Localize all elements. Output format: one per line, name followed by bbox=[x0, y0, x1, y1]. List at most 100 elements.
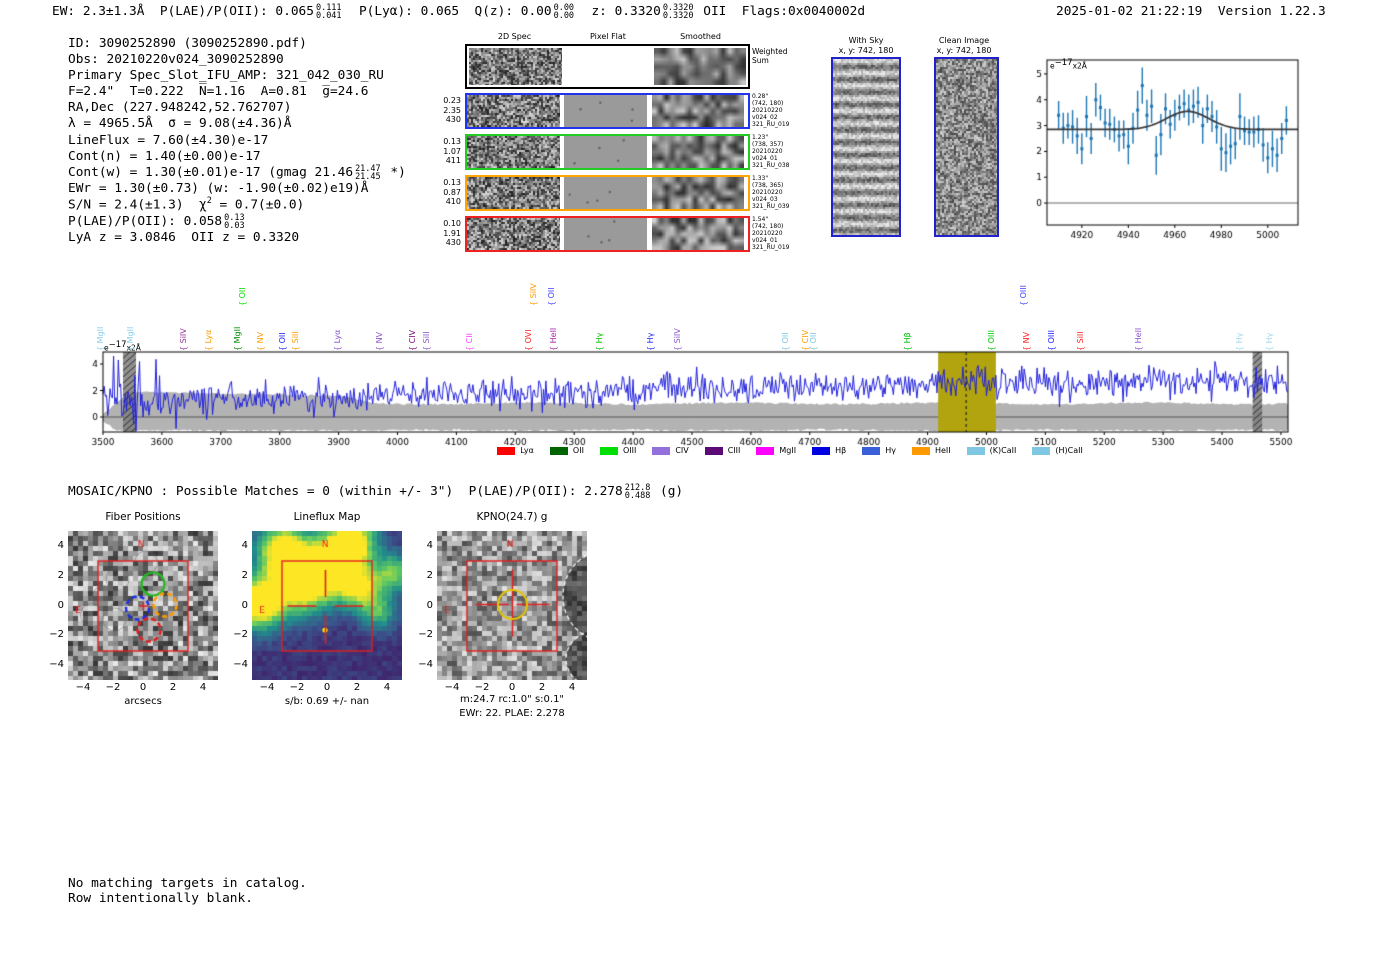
stack-lo: 0.488 bbox=[624, 491, 651, 502]
x-tick-label: 2 bbox=[169, 682, 177, 693]
emission-line-label: { SiIV bbox=[673, 328, 683, 351]
legend-color-patch bbox=[812, 446, 831, 455]
legend-label: CIV bbox=[675, 446, 689, 455]
text-segment: λ = 4965.5Å σ = 9.08(±4.36)Å bbox=[68, 116, 292, 132]
lineflux-xaxis-label: s/b: 0.69 +/- nan bbox=[284, 696, 370, 707]
emission-line-label: { OII bbox=[547, 287, 557, 306]
emission-line-label: { SiIV bbox=[179, 328, 189, 351]
row-2d-spec-image bbox=[467, 95, 560, 127]
info-line: EWr = 1.30(±0.73) (w: -1.90(±0.02)e19)Å bbox=[68, 181, 406, 197]
emission-line-label: { CIV bbox=[408, 329, 418, 351]
emission-line-label: { OVI bbox=[524, 329, 534, 351]
row-weight-labels: 0.13 1.07 411 bbox=[437, 137, 461, 166]
legend-item: Hβ bbox=[812, 446, 846, 455]
emission-line-label: { OII bbox=[808, 332, 818, 351]
emission-line-label: { HeII bbox=[1134, 327, 1143, 351]
line-fit-plot bbox=[1025, 52, 1305, 242]
hi-lo-stack: 212.8 0.488 bbox=[624, 484, 651, 502]
hi-lo-stack: 0.3320 0.3320 bbox=[663, 4, 694, 21]
fiber-positions-title: Fiber Positions bbox=[105, 511, 181, 523]
weighted-smoothed-image bbox=[654, 48, 746, 85]
row-fiber-labels: 1.33" (738, 365) 20210220 v024_03 321_RU_039 bbox=[752, 175, 790, 211]
y-tick-label: 0 bbox=[57, 599, 64, 611]
emission-line-label: { NV bbox=[375, 331, 385, 351]
detection-info-block: ID: 3090252890 (3090252890.pdf) Obs: 2021… bbox=[68, 36, 406, 246]
summary-header: EW: 2.3±1.3Å P(LAE)/P(OII): 0.065 0.111 0.… bbox=[52, 4, 865, 22]
text-segment: ID: 3090252890 (3090252890.pdf) bbox=[68, 36, 307, 51]
legend-color-patch bbox=[911, 446, 930, 455]
emission-line-label: { Lyα bbox=[204, 329, 213, 351]
y-tick-label: 2 bbox=[241, 569, 248, 581]
spec2d-row bbox=[465, 134, 750, 170]
x-tick-label: −4 bbox=[444, 682, 460, 693]
legend-color-patch bbox=[966, 446, 985, 455]
emission-line-label: { Hγ bbox=[1264, 332, 1274, 351]
emission-line-label: { OII bbox=[278, 332, 288, 351]
weight-value: 430 bbox=[445, 238, 461, 247]
legend-label: (H)CaII bbox=[1055, 446, 1083, 455]
x-tick-label: 4 bbox=[199, 682, 207, 693]
superscript: −17 bbox=[108, 340, 127, 350]
fiber-xaxis-label: arcsecs bbox=[124, 696, 162, 707]
stack-lo: 21.45 bbox=[355, 171, 381, 182]
emission-line-label: { CII bbox=[464, 333, 474, 351]
emission-line-label: { SiII bbox=[1076, 331, 1086, 351]
clean-image-coords: x, y: 742, 180 bbox=[936, 46, 992, 55]
weighted-sum-row bbox=[465, 44, 750, 89]
emission-line-label: { OIII bbox=[1047, 329, 1057, 351]
text-segment: P(LAE)/P(OII): 0.058 bbox=[68, 213, 223, 229]
text-segment: RA,Dec (227.948242,52.762707) bbox=[68, 100, 292, 116]
stack-lo: 0.041 bbox=[315, 11, 342, 22]
info-line: Cont(n) = 1.40(±0.00)e-17 bbox=[68, 149, 406, 165]
fiber-detail: 321_RU_019 bbox=[752, 120, 790, 128]
legend-item: Hγ bbox=[862, 446, 896, 455]
row-pixel-flat-image bbox=[564, 95, 647, 127]
kpno-cutout-image bbox=[437, 531, 587, 680]
row-pixel-flat-image bbox=[564, 177, 647, 209]
hi-lo-stack: 0.111 0.041 bbox=[315, 4, 342, 22]
elixer-report-page: EW: 2.3±1.3Å P(LAE)/P(OII): 0.065 0.111 0.… bbox=[0, 0, 1400, 953]
weight-value: 0.13 bbox=[443, 137, 461, 146]
emission-line-label: { OII bbox=[780, 332, 790, 351]
y-tick-label: 0 bbox=[241, 599, 248, 611]
legend-item: Lyα bbox=[497, 446, 534, 455]
emission-line-label: { MgII bbox=[232, 326, 242, 351]
report-version: Version 1.22.3 bbox=[1217, 4, 1326, 19]
with-sky-image-box bbox=[831, 57, 901, 237]
legend-label: Lyα bbox=[520, 446, 534, 455]
y-tick-label: −2 bbox=[49, 629, 64, 641]
legend-label: HeII bbox=[934, 446, 951, 455]
kpno-cutout-title: KPNO(24.7) g bbox=[476, 511, 548, 523]
text-segment: Primary Spec_Slot_IFU_AMP: 321_042_030_R… bbox=[68, 68, 384, 84]
fiber-positions-image bbox=[68, 531, 218, 680]
y-tick-label: 4 bbox=[241, 539, 248, 551]
spec2d-row bbox=[465, 175, 750, 211]
x-tick-label: −2 bbox=[474, 682, 490, 693]
emission-line-label: { Hγ bbox=[1235, 332, 1245, 351]
timestamp-version: 2025-01-02 21:22:19 Version 1.22.3 bbox=[1056, 4, 1326, 20]
mosaic-match-summary: MOSAIC/KPNO : Possible Matches = 0 (with… bbox=[68, 484, 683, 502]
info-line: Cont(w) = 1.30(±0.01)e-17 (gmag 21.46 21.… bbox=[68, 164, 406, 182]
text-segment: P(Lyα): 0.065 Q(z): 0.00 bbox=[343, 4, 552, 20]
weight-value: 0.23 bbox=[443, 96, 461, 105]
legend-item: CIII bbox=[704, 446, 740, 455]
lineflux-map-image bbox=[252, 531, 402, 680]
legend-color-patch bbox=[862, 446, 881, 455]
legend-color-patch bbox=[1032, 446, 1051, 455]
row-weight-labels: 0.10 1.91 430 bbox=[437, 219, 461, 248]
hi-lo-stack: 21.47 21.45 bbox=[355, 164, 381, 182]
legend-color-patch bbox=[549, 446, 568, 455]
with-sky-image bbox=[833, 59, 899, 235]
y-tick-label: 4 bbox=[57, 539, 64, 551]
fiber-detail: 321_RU_039 bbox=[752, 202, 790, 210]
weight-value: 411 bbox=[445, 156, 461, 165]
weight-value: 2.35 bbox=[443, 105, 461, 115]
emission-line-label: { MgII bbox=[125, 326, 135, 351]
x-tick-label: 2 bbox=[538, 682, 546, 693]
row-smoothed-image bbox=[652, 177, 744, 209]
fiber-detail: 321_RU_038 bbox=[752, 161, 790, 169]
legend-label: (K)CaII bbox=[989, 446, 1017, 455]
row-2d-spec-image bbox=[467, 218, 560, 250]
col-header-2d-spec: 2D Spec bbox=[497, 32, 532, 41]
hi-lo-stack: 0.00 0.00 bbox=[554, 4, 574, 21]
